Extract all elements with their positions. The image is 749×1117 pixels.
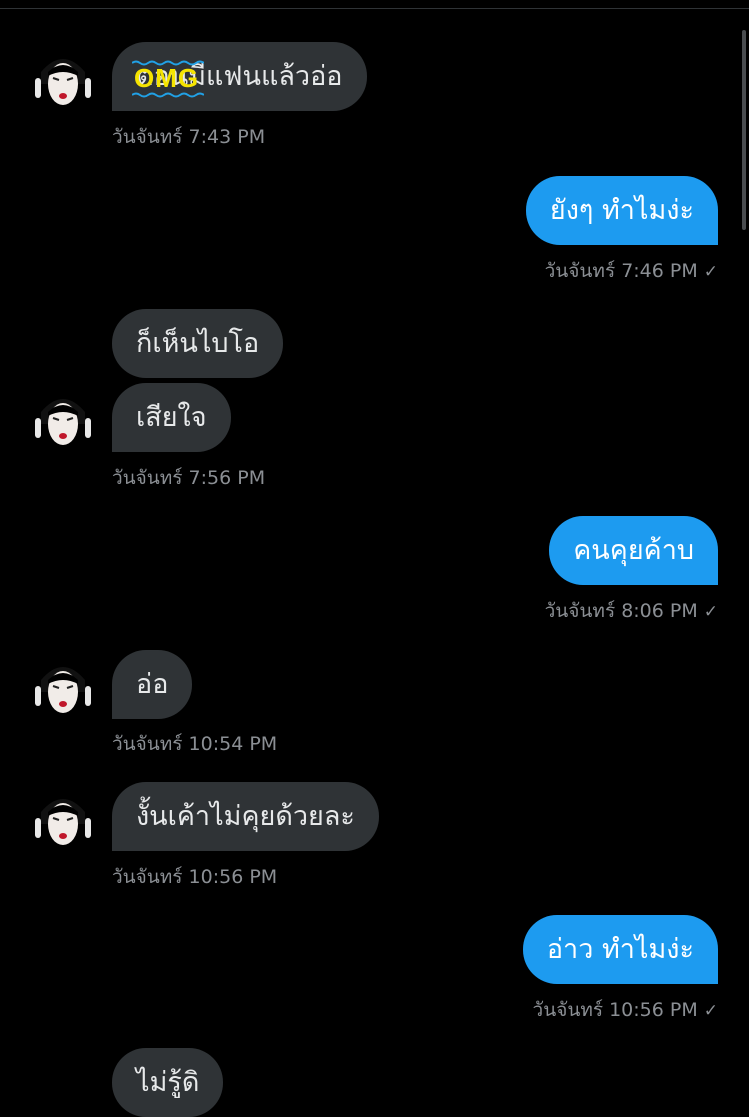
message-bubble-incoming[interactable]: ก็เห็นไบโอ [112, 309, 284, 378]
message-timestamp: วันจันทร์ 7:46 PM [544, 260, 698, 282]
message-text: ยังๆ ทำไมง่ะ [549, 195, 694, 226]
check-icon: ✓ [703, 1001, 718, 1021]
message-timestamp: วันจันทร์ 7:56 PM [112, 467, 266, 489]
message-status: วันจันทร์ 10:56 PM ✓ [533, 995, 718, 1025]
message-bubble-incoming[interactable]: ไม่รู้ดิ [112, 1048, 224, 1117]
avatar[interactable] [29, 784, 97, 852]
message-text: งั้นเค้าไม่คุยด้วยละ [136, 801, 355, 832]
avatar[interactable] [29, 44, 97, 112]
avatar[interactable] [29, 384, 97, 452]
message-bubble-incoming[interactable]: งั้นเค้าไม่คุยด้วยละ [112, 782, 379, 851]
message-bubble-outgoing[interactable]: คนคุยค้าบ [549, 516, 718, 585]
message-text: อ่าว ทำไมง่ะ [546, 934, 694, 965]
avatar[interactable] [29, 652, 97, 720]
message-bubble-outgoing[interactable]: ยังๆ ทำไมง่ะ [525, 176, 718, 245]
message-bubble-outgoing[interactable]: อ่าว ทำไมง่ะ [522, 915, 718, 984]
message-bubble-incoming[interactable]: อ่อ [112, 650, 193, 719]
message-timestamp: วันจันทร์ 7:43 PM [112, 126, 266, 148]
user-avatar-icon [29, 384, 97, 452]
message-timestamp: วันจันทร์ 10:54 PM [112, 733, 278, 755]
header-divider [0, 8, 749, 9]
user-avatar-icon [29, 44, 97, 112]
message-text: คนคุยค้าบ [573, 535, 694, 566]
check-icon: ✓ [703, 262, 718, 282]
check-icon: ✓ [703, 602, 718, 622]
user-avatar-icon [29, 652, 97, 720]
message-text: อ่อ [136, 669, 169, 700]
message-timestamp: วันจันทร์ 8:06 PM [544, 600, 698, 622]
message-bubble-incoming[interactable]: เสียใจ [112, 383, 231, 452]
sticker-wave-bottom [132, 92, 204, 98]
message-timestamp: วันจันทร์ 10:56 PM [112, 866, 278, 888]
message-text: ก็เห็นไบโอ [136, 328, 260, 359]
message-text: ไม่รู้ดิ [136, 1067, 200, 1098]
message-text: เสียใจ [136, 402, 207, 433]
omg-sticker: OMG [134, 63, 200, 93]
message-timestamp: วันจันทร์ 10:56 PM [532, 999, 698, 1021]
message-status: วันจันทร์ 7:46 PM ✓ [545, 256, 718, 286]
user-avatar-icon [29, 784, 97, 852]
sticker-wave-top [132, 60, 204, 66]
message-status: วันจันทร์ 8:06 PM ✓ [545, 596, 718, 626]
scrollbar-thumb[interactable] [742, 30, 746, 230]
